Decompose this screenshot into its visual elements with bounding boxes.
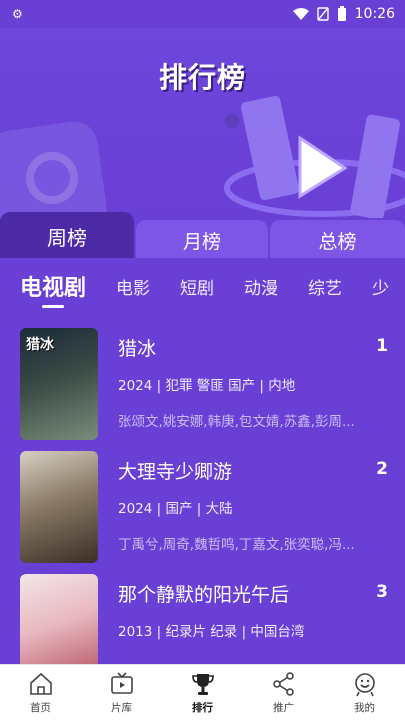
- category-short-drama[interactable]: 短剧: [180, 274, 214, 299]
- item-title: 大理寺少卿游: [118, 461, 233, 483]
- poster: [20, 574, 98, 664]
- home-icon: [29, 672, 52, 695]
- ranking-item[interactable]: 那个静默的阳光午后 3 2013 | 纪录片 纪录 | 中国台湾: [20, 574, 390, 664]
- item-title: 猎冰: [118, 338, 157, 360]
- tab-weekly[interactable]: 周榜: [0, 212, 134, 260]
- period-tabs: 周榜 月榜 总榜: [0, 212, 405, 260]
- rank-number: 3: [376, 582, 388, 602]
- nav-promote[interactable]: 推广: [254, 671, 314, 715]
- category-more[interactable]: 少: [372, 274, 389, 299]
- category-anime[interactable]: 动漫: [244, 274, 278, 299]
- category-variety[interactable]: 综艺: [308, 274, 342, 299]
- hero-banner: 排行榜: [0, 28, 405, 218]
- item-cast: 丁禹兮,周奇,魏哲鸣,丁嘉文,张奕聪,冯...: [118, 537, 355, 553]
- tab-monthly[interactable]: 月榜: [136, 220, 268, 260]
- rank-number: 1: [376, 336, 388, 356]
- nav-ranking[interactable]: 排行: [173, 671, 233, 715]
- profile-icon: [354, 672, 375, 696]
- tab-all-time[interactable]: 总榜: [270, 220, 405, 260]
- nav-library[interactable]: 片库: [92, 671, 152, 715]
- nav-profile[interactable]: 我的: [335, 671, 395, 715]
- trophy-icon: [191, 673, 214, 695]
- item-meta: 2024 | 国产 | 大陆: [118, 501, 233, 517]
- page-title: 排行榜: [158, 61, 246, 94]
- category-tv[interactable]: 电视剧: [20, 270, 86, 302]
- share-icon: [272, 671, 294, 696]
- item-cast: 张颂文,姚安娜,韩庚,包文婧,苏鑫,彭周...: [118, 414, 355, 430]
- no-sim-icon: [316, 7, 329, 21]
- item-title: 那个静默的阳光午后: [118, 584, 290, 606]
- battery-icon: [337, 6, 346, 21]
- item-meta: 2013 | 纪录片 纪录 | 中国台湾: [118, 624, 305, 640]
- rank-number: 2: [376, 459, 388, 479]
- ranking-content: 电视剧 电影 短剧 动漫 综艺 少 猎冰 猎冰 1 2024 | 犯罪 警匪 国…: [0, 258, 405, 664]
- wifi-icon: [292, 7, 309, 20]
- category-indicator: [42, 305, 64, 308]
- tv-icon: [110, 671, 133, 694]
- category-tabs: 电视剧 电影 短剧 动漫 综艺 少: [0, 266, 405, 306]
- ranking-item[interactable]: 猎冰 猎冰 1 2024 | 犯罪 警匪 国产 | 内地 张颂文,姚安娜,韩庚,…: [20, 328, 390, 440]
- status-bar: ⚙ 10:26: [0, 0, 405, 28]
- status-time: 10:26: [354, 6, 395, 22]
- ranking-item[interactable]: 大理寺少卿游 2 2024 | 国产 | 大陆 丁禹兮,周奇,魏哲鸣,丁嘉文,张…: [20, 451, 390, 563]
- notification-icon: ⚙: [12, 7, 23, 21]
- poster: [20, 451, 98, 563]
- nav-home[interactable]: 首页: [11, 671, 71, 715]
- bottom-nav: 首页 片库 排行 推广 我的: [0, 664, 405, 720]
- item-meta: 2024 | 犯罪 警匪 国产 | 内地: [118, 378, 296, 394]
- category-movie[interactable]: 电影: [116, 274, 150, 299]
- poster: 猎冰: [20, 328, 98, 440]
